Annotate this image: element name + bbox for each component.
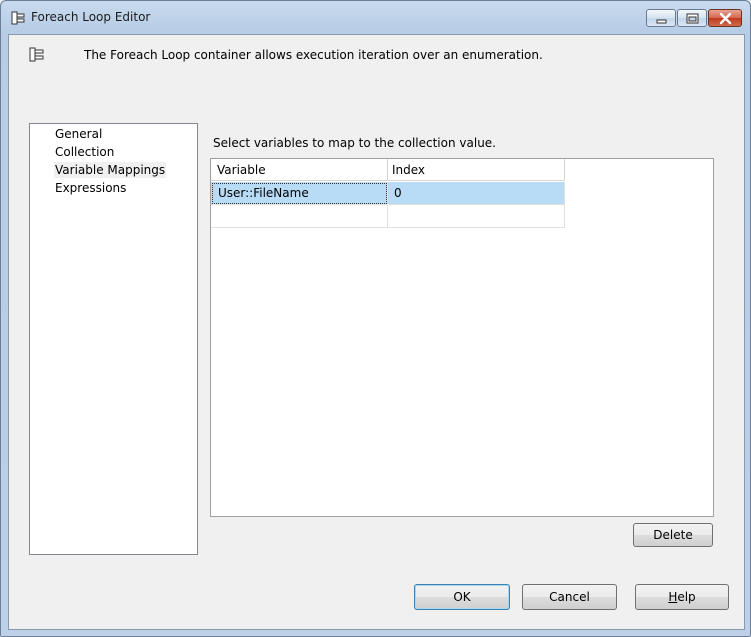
minimize-icon	[656, 19, 667, 24]
variable-mappings-grid[interactable]: Variable Index User::FileName 0	[210, 158, 714, 517]
title-bar[interactable]: Foreach Loop Editor	[1, 1, 750, 35]
help-label-rest: elp	[677, 590, 696, 604]
close-icon	[719, 12, 732, 25]
page-navigation-list: General Collection Variable Mappings Exp…	[29, 123, 198, 555]
table-row[interactable]: User::FileName 0	[211, 182, 565, 205]
table-row[interactable]	[211, 205, 565, 228]
window-title: Foreach Loop Editor	[31, 10, 151, 24]
ok-button[interactable]: OK	[414, 584, 510, 610]
index-cell[interactable]: 0	[388, 182, 565, 205]
nav-item-collection[interactable]: Collection	[54, 144, 115, 160]
maximize-button[interactable]	[677, 9, 707, 27]
maximize-icon	[686, 13, 699, 24]
foreach-container-icon	[29, 47, 44, 62]
dialog-body: The Foreach Loop container allows execut…	[8, 34, 745, 630]
minimize-button[interactable]	[646, 9, 676, 27]
instruction-text: Select variables to map to the collectio…	[213, 136, 496, 150]
nav-item-variable-mappings[interactable]: Variable Mappings	[54, 162, 167, 178]
column-header-variable[interactable]: Variable	[211, 159, 388, 181]
help-button[interactable]: Help	[635, 584, 729, 610]
variable-cell[interactable]	[211, 205, 388, 228]
nav-item-general[interactable]: General	[54, 126, 103, 142]
index-cell[interactable]	[388, 205, 565, 228]
banner-description: The Foreach Loop container allows execut…	[84, 48, 543, 62]
delete-button[interactable]: Delete	[633, 523, 713, 547]
nav-item-expressions[interactable]: Expressions	[54, 180, 127, 196]
cancel-button[interactable]: Cancel	[522, 584, 617, 610]
variable-cell[interactable]: User::FileName	[211, 182, 388, 205]
help-label-accelerator: H	[668, 590, 678, 604]
foreach-container-icon	[11, 11, 25, 25]
close-button[interactable]	[708, 9, 742, 27]
foreach-loop-editor-window: Foreach Loop Editor The Foreach Loop con…	[0, 0, 751, 637]
column-header-index[interactable]: Index	[388, 159, 565, 181]
